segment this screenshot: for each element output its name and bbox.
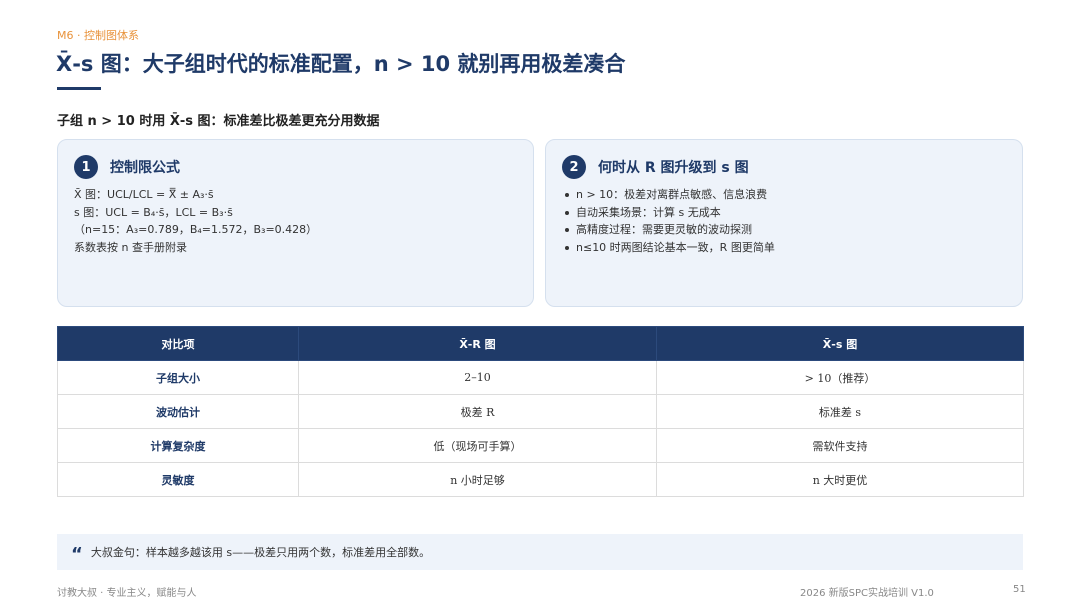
table-row: 灵敏度 n 小时足够 n 大时更优 — [57, 462, 1024, 497]
table-cell: 极差 R — [298, 394, 657, 429]
bullet-item: 自动采集场景：计算 s 无成本 — [562, 204, 1006, 222]
footer-course: 2026 新版SPC实战培训 V1.0 — [800, 588, 934, 599]
formula-card-body: X̄ 图：UCL/LCL = X̿ ± A₃·s̄ s 图：UCL = B₄·s… — [74, 186, 517, 256]
comparison-table: 对比项 X̄-R 图 X̄-s 图 子组大小 2–10 > 10（推荐） 波动估… — [57, 326, 1024, 497]
table-cell: n 大时更优 — [656, 462, 1024, 497]
table-row: 子组大小 2–10 > 10（推荐） — [57, 360, 1024, 395]
table-header-cell: X̄-s 图 — [656, 326, 1024, 361]
number-badge-1: 1 — [74, 155, 98, 179]
page-title: X̄-s 图：大子组时代的标准配置，n > 10 就别再用极差凑合 — [56, 52, 626, 76]
section-tag: M6 · 控制图体系 — [57, 29, 139, 42]
upgrade-card: 2 何时从 R 图升级到 s 图 n > 10：极差对离群点敏感、信息浪费 自动… — [545, 139, 1023, 307]
table-cell: n 小时足够 — [298, 462, 657, 497]
quote-text: 大叔金句：样本越多越该用 s——极差只用两个数，标准差用全部数。 — [90, 546, 431, 559]
formula-card-header: 1 控制限公式 — [74, 154, 517, 180]
formula-line: （n=15：A₃=0.789，B₄=1.572，B₃=0.428） — [74, 223, 318, 236]
bullet-item: 高精度过程：需要更灵敏的波动探测 — [562, 221, 1006, 239]
quote-icon: “ — [71, 544, 83, 565]
table-header-cell: 对比项 — [57, 326, 299, 361]
row-label: 子组大小 — [57, 360, 299, 395]
table-cell: > 10（推荐） — [656, 360, 1024, 395]
row-label: 计算复杂度 — [57, 428, 299, 463]
table-cell: 2–10 — [298, 360, 657, 395]
table-header-row: 对比项 X̄-R 图 X̄-s 图 — [57, 326, 1024, 361]
formula-card-title: 控制限公式 — [110, 160, 180, 176]
row-label: 波动估计 — [57, 394, 299, 429]
quote-banner: “ 大叔金句：样本越多越该用 s——极差只用两个数，标准差用全部数。 — [57, 534, 1023, 570]
table-cell: 需软件支持 — [656, 428, 1024, 463]
title-underline — [57, 87, 101, 90]
page-subtitle: 子组 n > 10 时用 X̄-s 图：标准差比极差更充分用数据 — [57, 114, 380, 129]
formula-line: 系数表按 n 查手册附录 — [74, 240, 187, 254]
page-number: 51 — [1013, 584, 1026, 595]
upgrade-card-header: 2 何时从 R 图升级到 s 图 — [562, 154, 1006, 180]
bullet-item: n > 10：极差对离群点敏感、信息浪费 — [562, 186, 1006, 204]
upgrade-card-title: 何时从 R 图升级到 s 图 — [598, 160, 749, 176]
formula-card: 1 控制限公式 X̄ 图：UCL/LCL = X̿ ± A₃·s̄ s 图：UC… — [57, 139, 534, 307]
number-badge-2: 2 — [562, 155, 586, 179]
table-row: 波动估计 极差 R 标准差 s — [57, 394, 1024, 429]
table-cell: 标准差 s — [656, 394, 1024, 429]
formula-line: s 图：UCL = B₄·s̄，LCL = B₃·s̄ — [74, 205, 233, 219]
footer-brand: 讨教大叔 · 专业主义，赋能与人 — [57, 588, 197, 599]
table-row: 计算复杂度 低（现场可手算） 需软件支持 — [57, 428, 1024, 463]
table-cell: 低（现场可手算） — [298, 428, 657, 463]
formula-line: X̄ 图：UCL/LCL = X̿ ± A₃·s̄ — [74, 188, 214, 201]
row-label: 灵敏度 — [57, 462, 299, 497]
bullet-item: n≤10 时两图结论基本一致，R 图更简单 — [562, 239, 1006, 257]
table-header-cell: X̄-R 图 — [298, 326, 657, 361]
upgrade-bullet-list: n > 10：极差对离群点敏感、信息浪费 自动采集场景：计算 s 无成本 高精度… — [562, 186, 1006, 256]
